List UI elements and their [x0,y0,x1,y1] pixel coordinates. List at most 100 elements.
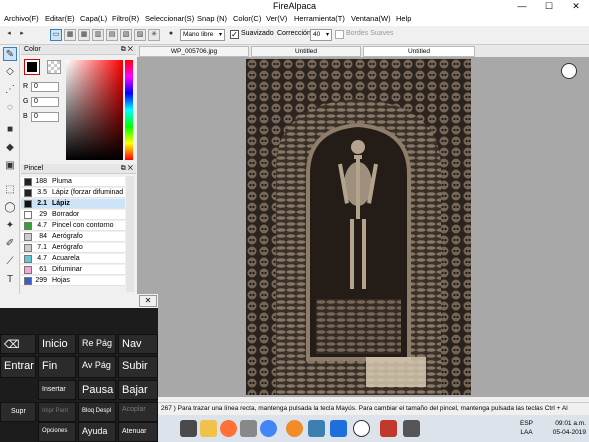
pause-key[interactable]: Pausa [78,380,116,400]
magic-wand-tool-icon[interactable]: ✦ [3,219,17,233]
tab-untitled-1[interactable]: Untitled [251,46,361,57]
grid-lines-icon[interactable]: ▤ [106,29,118,41]
panel-controls-icon[interactable]: ⧉ ✕ [121,45,133,55]
brush-row[interactable]: 84 Aerógrafo [21,232,125,242]
g-input[interactable]: 0 [31,97,59,107]
enter-key[interactable]: Entrar [0,356,36,378]
eyedropper-tool-icon[interactable]: ⟋ [3,255,17,269]
page-up-key[interactable]: Re Pág [78,334,116,354]
app-orange-icon[interactable] [286,420,303,437]
pen-tool-icon[interactable]: ✎ [3,47,17,61]
menu-help[interactable]: Help [396,14,411,23]
correction-select[interactable]: 40 ▾ [310,29,332,41]
brush-row[interactable]: 61 Difuminar [21,265,125,275]
fade-key[interactable]: Atenuar [118,422,158,442]
backspace-key[interactable]: ⌫ [0,334,36,354]
menu-seleccionar[interactable]: Seleccionar(S) [145,14,194,23]
chrome-icon[interactable] [260,420,277,437]
brush-row[interactable]: 3.5 Lápiz (forzar difuminad [21,188,125,198]
lasso-select-tool-icon[interactable]: ◯ [3,201,17,215]
brush-row[interactable]: 4.7 Pincel con contorno [21,221,125,231]
menu-ver[interactable]: Ver(V) [266,14,287,23]
brush-row[interactable]: 188 Pluma [21,177,125,187]
tab-untitled-2[interactable]: Untitled [363,46,475,57]
select-pen-tool-icon[interactable]: ✐ [3,237,17,251]
smoothing-checkbox[interactable]: ✓ [230,30,239,39]
page-down-key[interactable]: Av Pág [78,356,116,378]
insert-key[interactable]: Insertar [38,380,76,400]
scroll-lock-key-label: Bloq Despl [82,408,112,414]
foreground-color-swatch[interactable] [24,59,40,75]
dotted-pen-tool-icon[interactable]: ⋰ [3,83,17,97]
brush-row[interactable]: 4.7 Acuarela [21,254,125,264]
soft-edges-checkbox[interactable] [335,30,344,39]
eraser-tool-icon[interactable]: ◇ [3,65,17,79]
delete-key[interactable]: Supr [0,402,36,422]
close-button[interactable]: ✕ [563,0,589,13]
bucket-tool-icon[interactable]: ◆ [3,141,17,155]
grid-mode-icon[interactable]: ▦ [64,29,76,41]
print-screen-key[interactable]: Impr Pant [38,402,76,422]
collapse-left-icon[interactable]: ◂ [3,29,15,41]
brush-row[interactable]: 7.1 Aerógrafo [21,243,125,253]
explorer-window-icon[interactable] [308,420,325,437]
brush-row[interactable]: 29 Borrador [21,210,125,220]
move-up-key[interactable]: Subir [118,356,158,378]
brush-row[interactable]: 299 Hojas [21,276,125,286]
canvas-area[interactable] [137,57,589,397]
menu-herramienta[interactable]: Herramienta(T) [294,14,345,23]
grid-diagonal-icon[interactable]: ▧ [120,29,132,41]
saturation-value-picker[interactable] [66,60,123,160]
menu-filtro[interactable]: Filtro(R) [112,14,139,23]
grid-fine-icon[interactable]: ▦ [78,29,90,41]
gradient-tool-icon[interactable]: ▣ [3,159,17,173]
brush-list-scrollbar[interactable] [126,176,134,292]
r-input[interactable]: 0 [31,82,59,92]
tab-wp-005706[interactable]: WP_005706.jpg [139,46,249,57]
scroll-lock-key[interactable]: Bloq Despl [78,402,116,422]
select-rect-tool-icon[interactable]: ⬚ [3,183,17,197]
end-key[interactable]: Fin [38,356,76,378]
b-input[interactable]: 0 [31,112,59,122]
text-tool-icon[interactable]: T [3,273,17,287]
home-key[interactable]: Inicio [38,334,76,354]
system-clock[interactable]: 09:01 a.m. 05-04-2019 [553,419,586,437]
menu-capa[interactable]: Capa(L) [80,14,107,23]
dock-key[interactable]: Acoplar [118,402,158,422]
menu-color[interactable]: Color(C) [233,14,261,23]
fill-rect-tool-icon[interactable]: ■ [3,123,17,137]
firefox-icon[interactable] [220,420,237,437]
radial-icon[interactable]: ✳ [148,29,160,41]
firealpaca-taskbar-icon[interactable] [353,420,370,437]
options-key[interactable]: Opciones [38,422,76,442]
menu-snap[interactable]: Snap (N) [197,14,227,23]
file-explorer-icon[interactable] [200,420,217,437]
browser-icon[interactable] [330,420,347,437]
keyboard-close-icon[interactable]: ✕ [139,295,157,307]
background-color-swatch[interactable] [47,60,61,74]
grid-cross-icon[interactable]: ▨ [134,29,146,41]
language-indicator[interactable]: ESP LAA [520,419,533,437]
collapse-right-icon[interactable]: ▸ [16,29,28,41]
move-down-key[interactable]: Bajar [118,380,158,400]
brush-row[interactable]: 2.1 Lápiz [21,199,125,209]
menu-archivo[interactable]: Archivo(F) [4,14,39,23]
penguin-avatar-icon[interactable] [561,63,577,79]
task-view-icon[interactable] [180,420,197,437]
canvas-image[interactable] [246,59,471,395]
menu-editar[interactable]: Editar(E) [45,14,75,23]
grid-dots-icon[interactable]: ▥ [92,29,104,41]
menu-ventana[interactable]: Ventana(W) [351,14,391,23]
mode-select[interactable]: Mano libre ▾ [180,29,225,41]
nav-key[interactable]: Nav [118,334,158,354]
hue-slider[interactable] [125,60,133,160]
pen-mode-icon[interactable]: ▭ [50,29,62,41]
maximize-button[interactable]: ☐ [536,0,562,13]
lasso-tool-icon[interactable]: ◌ [3,101,17,115]
minimize-button[interactable]: — [509,0,535,13]
help-key[interactable]: Ayuda [78,422,116,442]
keyboard-taskbar-icon[interactable] [403,420,420,437]
panel-controls-icon[interactable]: ⧉ ✕ [121,164,133,174]
app-icon[interactable] [240,420,257,437]
media-icon[interactable] [380,420,397,437]
